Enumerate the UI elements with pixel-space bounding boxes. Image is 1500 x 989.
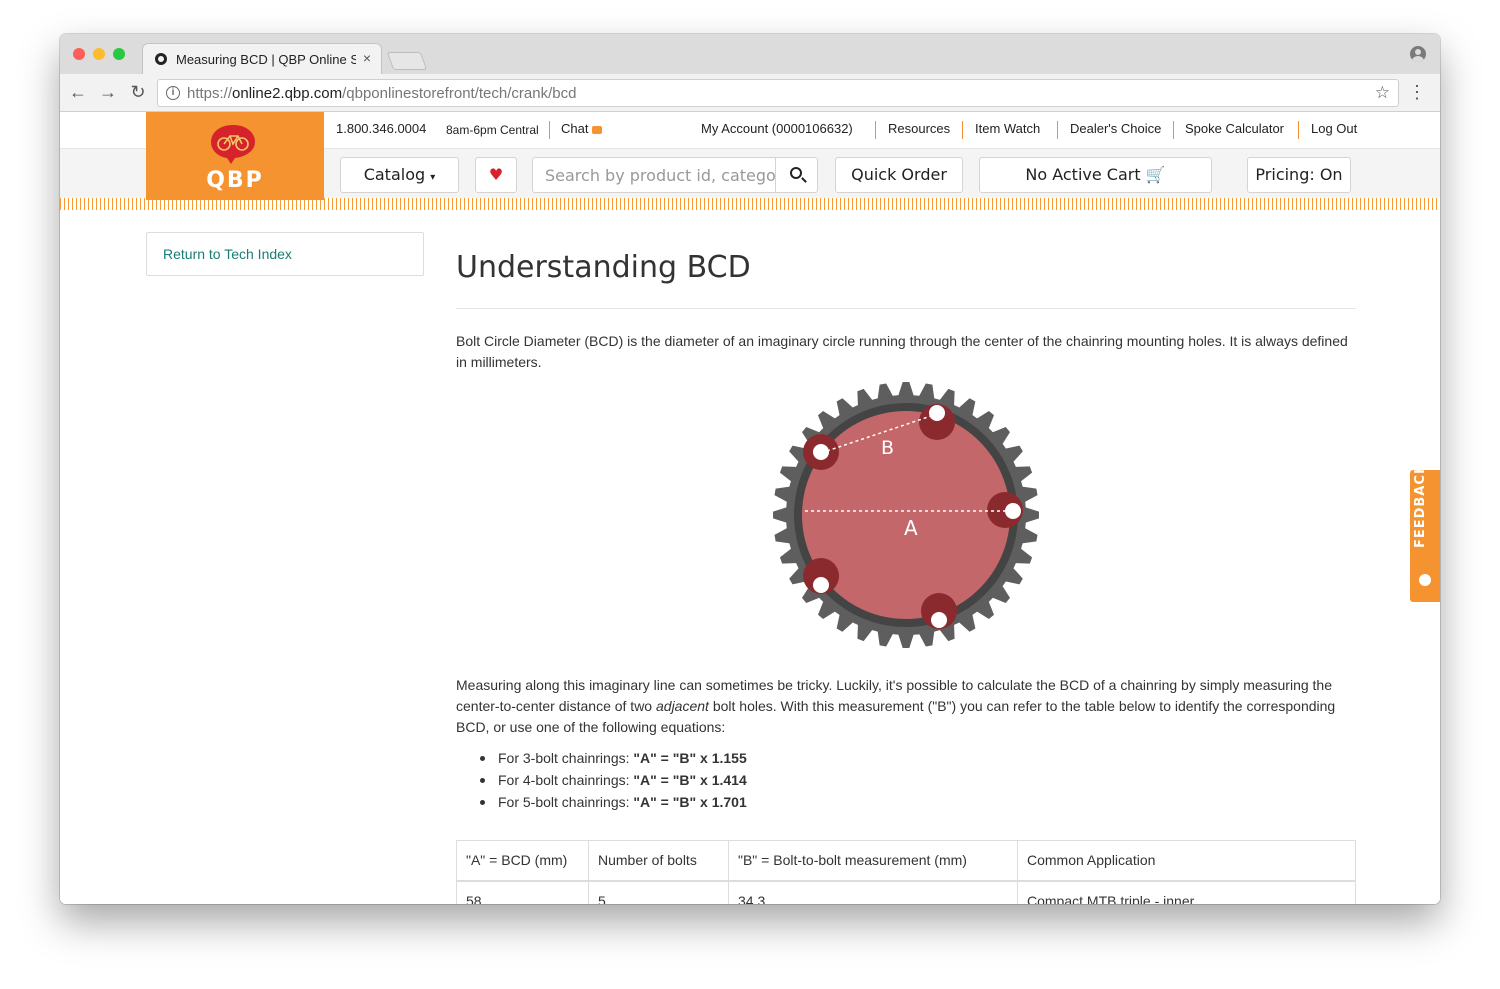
column-header: Common Application xyxy=(1017,840,1356,882)
feedback-label: FEEDBACK xyxy=(1413,462,1428,548)
table-header-row: "A" = BCD (mm) Number of bolts "B" = Bol… xyxy=(456,840,1356,882)
browser-tab[interactable]: Measuring BCD | QBP Online S × xyxy=(142,43,382,74)
column-header: "A" = BCD (mm) xyxy=(456,840,589,882)
product-search xyxy=(532,157,818,193)
divider xyxy=(456,308,1356,309)
heart-icon: ♥ xyxy=(488,165,504,184)
return-to-tech-index-link[interactable]: Return to Tech Index xyxy=(146,232,424,276)
log-out-link[interactable]: Log Out xyxy=(1311,121,1357,136)
intro-paragraph: Bolt Circle Diameter (BCD) is the diamet… xyxy=(456,333,1348,370)
label-b: B xyxy=(881,437,894,459)
divider xyxy=(549,121,550,139)
favicon-icon xyxy=(155,53,167,65)
favorites-button[interactable]: ♥ xyxy=(475,157,517,193)
table-cell: 5 xyxy=(588,880,729,904)
feedback-tab[interactable]: FEEDBACK xyxy=(1410,462,1440,602)
my-account-link[interactable]: My Account (0000106632) xyxy=(701,121,853,136)
page-title: Understanding BCD xyxy=(456,250,751,285)
profile-icon[interactable] xyxy=(1410,46,1426,62)
caret-down-icon: ▾ xyxy=(430,172,436,183)
zoom-window-button[interactable] xyxy=(113,48,125,60)
page-viewport: 1.800.346.0004 8am-6pm Central Chat My A… xyxy=(60,112,1440,904)
table-cell: Compact MTB triple - inner xyxy=(1017,880,1356,904)
column-header: "B" = Bolt-to-bolt measurement (mm) xyxy=(728,840,1018,882)
search-icon xyxy=(790,167,802,179)
bookmark-star-icon[interactable]: ☆ xyxy=(1375,83,1390,103)
close-window-button[interactable] xyxy=(73,48,85,60)
pricing-toggle[interactable]: Pricing: On xyxy=(1247,157,1351,193)
cart-icon: 🛒 xyxy=(1145,165,1166,184)
new-tab-button[interactable] xyxy=(386,52,428,70)
measuring-paragraph: Measuring along this imaginary line can … xyxy=(456,677,1336,735)
table-cell: 34.3 xyxy=(728,880,1018,904)
minimize-window-button[interactable] xyxy=(93,48,105,60)
forward-arrow-icon[interactable]: → xyxy=(98,82,118,103)
logo-wordmark: QBP xyxy=(206,168,264,193)
resources-link[interactable]: Resources xyxy=(888,121,950,136)
megaphone-icon xyxy=(1419,574,1431,586)
list-item: For 3-bolt chainrings: "A" = "B" x 1.155 xyxy=(456,750,747,772)
spoke-calculator-link[interactable]: Spoke Calculator xyxy=(1185,121,1284,136)
catalog-dropdown[interactable]: Catalog ▾ xyxy=(340,157,459,193)
tab-title: Measuring BCD | QBP Online S xyxy=(176,52,356,67)
divider xyxy=(962,121,963,139)
quick-order-button[interactable]: Quick Order xyxy=(835,157,963,193)
label-a: A xyxy=(904,516,918,540)
address-bar[interactable]: i https://online2.qbp.com/qbponlinestore… xyxy=(157,79,1399,107)
search-button[interactable] xyxy=(775,158,817,192)
chat-bubble-icon xyxy=(592,125,603,134)
dealers-choice-link[interactable]: Dealer's Choice xyxy=(1070,121,1161,136)
bicycle-badge-icon xyxy=(211,125,255,164)
divider xyxy=(1057,121,1058,139)
tab-close-icon[interactable]: × xyxy=(363,50,371,66)
list-item: For 5-bolt chainrings: "A" = "B" x 1.701 xyxy=(456,794,747,816)
chat-link[interactable]: Chat xyxy=(561,121,603,136)
browser-menu-icon[interactable]: ⋮ xyxy=(1408,82,1426,103)
url-text[interactable]: https://online2.qbp.com/qbponlinestorefr… xyxy=(187,85,576,102)
table-cell: 58 xyxy=(456,880,589,904)
qbp-logo[interactable]: QBP xyxy=(146,112,324,200)
search-input[interactable] xyxy=(533,158,777,192)
phone-number: 1.800.346.0004 xyxy=(336,121,427,136)
business-hours: 8am-6pm Central xyxy=(446,123,539,137)
tab-strip: Measuring BCD | QBP Online S × xyxy=(60,34,1440,74)
divider xyxy=(1298,121,1299,139)
item-watch-link[interactable]: Item Watch xyxy=(975,121,1040,136)
equation-list: For 3-bolt chainrings: "A" = "B" x 1.155… xyxy=(456,750,747,816)
column-header: Number of bolts xyxy=(588,840,729,882)
bcd-table: "A" = BCD (mm) Number of bolts "B" = Bol… xyxy=(456,840,1356,904)
browser-toolbar: ← → ↻ i https://online2.qbp.com/qbponlin… xyxy=(60,74,1440,112)
cart-button[interactable]: No Active Cart 🛒 xyxy=(979,157,1212,193)
reload-icon[interactable]: ↻ xyxy=(128,82,148,103)
chainring-bcd-diagram: A B xyxy=(773,382,1039,648)
list-item: For 4-bolt chainrings: "A" = "B" x 1.414 xyxy=(456,772,747,794)
divider xyxy=(1173,121,1174,139)
browser-window: Measuring BCD | QBP Online S × ← → ↻ i h… xyxy=(60,34,1440,904)
back-arrow-icon[interactable]: ← xyxy=(68,82,88,103)
site-info-icon[interactable]: i xyxy=(166,86,180,100)
divider xyxy=(875,121,876,139)
table-row: 58 5 34.3 Compact MTB triple - inner xyxy=(456,880,1356,904)
